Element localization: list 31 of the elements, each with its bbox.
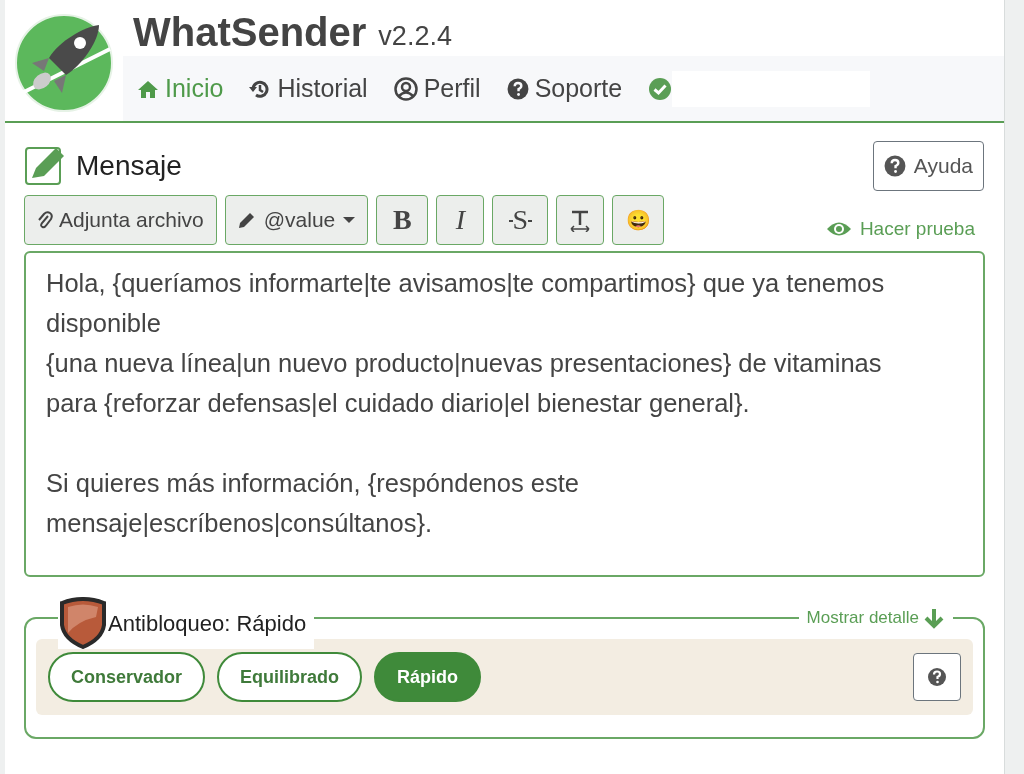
- mode-button[interactable]: Equilibrado: [217, 652, 363, 702]
- message-textarea[interactable]: Hola, {queríamos informarte|te avisamos|te compartimos} que ya tenemos disponible {una nueva línea|un nuevo producto|nuevas presentaciones} de vitaminas para {reforzar defensas|el cuidado diario|el bienestar general}. Si quieres más información, {respóndenos este mensaje|escríbenos|consúltanos}.: [24, 251, 985, 577]
- help-button[interactable]: [913, 653, 961, 701]
- user-icon: [393, 76, 418, 101]
- section-title: Antibloqueo: Rápido: [108, 609, 307, 638]
- nav-tab[interactable]: Historial: [249, 69, 368, 108]
- caret-icon: [343, 216, 356, 224]
- bold-button[interactable]: B: [376, 195, 429, 245]
- mode-button[interactable]: Conservador: [48, 652, 206, 702]
- clear-format-button[interactable]: [556, 195, 605, 245]
- question-icon: [506, 77, 529, 100]
- help-button[interactable]: Ayuda: [872, 141, 984, 191]
- rocket-logo-icon: [14, 12, 114, 113]
- pencil-icon: [237, 211, 256, 229]
- section-title: Mensaje: [76, 149, 182, 183]
- app-title: WhatSender: [133, 12, 367, 52]
- text-width-icon: [568, 208, 593, 232]
- italic-button[interactable]: I: [436, 195, 485, 245]
- attach-button[interactable]: Adjunta archivo: [24, 195, 217, 245]
- mode-button[interactable]: Rápido: [374, 652, 482, 702]
- variable-dropdown[interactable]: @value: [224, 195, 369, 245]
- question-icon: [927, 667, 947, 687]
- home-icon: [137, 78, 159, 99]
- question-icon: [883, 155, 906, 177]
- nav-tab[interactable]: Perfil: [393, 69, 481, 108]
- strikethrough-button[interactable]: S: [492, 195, 549, 245]
- arrow-down-icon: [923, 606, 945, 629]
- nav-tab[interactable]: Soporte: [506, 69, 623, 108]
- shield-icon: [58, 597, 108, 649]
- paperclip-icon: [37, 210, 53, 230]
- app-version: v2.2.4: [378, 23, 452, 50]
